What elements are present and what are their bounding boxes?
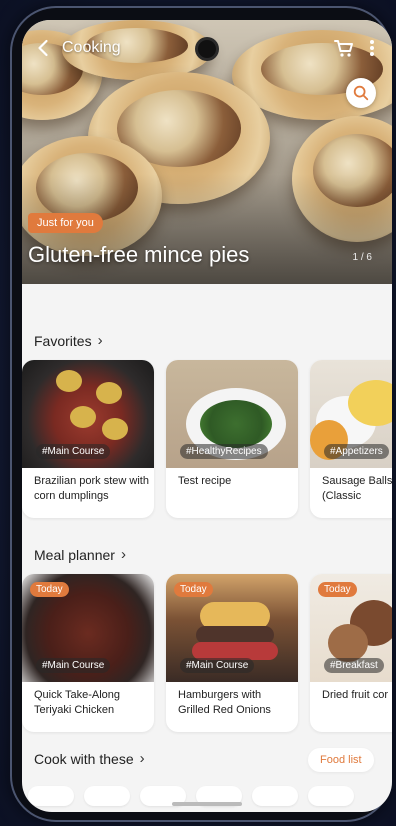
today-badge: Today xyxy=(30,582,69,597)
today-badge: Today xyxy=(174,582,213,597)
recipe-title: Sausage Balls Recipe (Classic xyxy=(322,475,392,502)
recipe-tag: #Appetizers xyxy=(324,444,389,459)
chevron-right-icon: › xyxy=(139,750,145,767)
food-list-button[interactable]: Food list xyxy=(308,748,374,772)
recipe-title: Hamburgers with Grilled Red Onions xyxy=(178,689,271,716)
meal-planner-header[interactable]: Meal planner › xyxy=(34,546,126,563)
more-options-icon[interactable] xyxy=(362,36,382,60)
search-button[interactable] xyxy=(346,78,376,108)
recipe-title: Dried fruit cor xyxy=(322,689,389,701)
favorites-header[interactable]: Favorites › xyxy=(34,332,103,349)
app-screen: Cooking Just for you Gluten-free mince p… xyxy=(22,20,392,812)
ingredient-chip[interactable] xyxy=(28,786,74,806)
recipe-card[interactable]: Today #Main Course Quick Take-Along Teri… xyxy=(22,574,154,732)
recipe-title: Brazilian pork stew with corn dumplings xyxy=(34,475,149,502)
meal-planner-title: Meal planner xyxy=(34,546,115,563)
search-icon xyxy=(353,85,369,101)
top-app-bar: Cooking xyxy=(22,34,392,64)
meal-planner-row: Today #Main Course Quick Take-Along Teri… xyxy=(22,574,392,734)
ingredient-chip[interactable] xyxy=(84,786,130,806)
recipe-tag: #Main Course xyxy=(36,658,111,673)
cook-with-these-title: Cook with these xyxy=(34,750,134,767)
app-title: Cooking xyxy=(62,39,121,56)
favorites-title: Favorites xyxy=(34,332,92,349)
just-for-you-badge: Just for you xyxy=(28,213,103,233)
cook-with-these-header[interactable]: Cook with these › xyxy=(34,750,145,767)
hero-banner[interactable]: Cooking Just for you Gluten-free mince p… xyxy=(22,20,392,284)
recipe-tag: #Breakfast xyxy=(324,658,384,673)
recipe-card[interactable]: #Main Course Brazilian pork stew with co… xyxy=(22,360,154,518)
hero-pager: 1 / 6 xyxy=(352,252,372,263)
favorites-row: #Main Course Brazilian pork stew with co… xyxy=(22,360,392,520)
recipe-card[interactable]: Today #Breakfast Dried fruit cor xyxy=(310,574,392,732)
chevron-right-icon: › xyxy=(97,332,103,349)
back-icon[interactable] xyxy=(34,38,54,58)
recipe-card[interactable]: #Appetizers Sausage Balls Recipe (Classi… xyxy=(310,360,392,518)
recipe-tag: #Main Course xyxy=(36,444,111,459)
recipe-card[interactable]: Today #Main Course Hamburgers with Grill… xyxy=(166,574,298,732)
recipe-tag: #HealthyRecipes xyxy=(180,444,268,459)
recipe-title: Test recipe xyxy=(178,475,232,487)
today-badge: Today xyxy=(318,582,357,597)
ingredient-chip[interactable] xyxy=(252,786,298,806)
cart-icon[interactable] xyxy=(332,36,356,60)
chevron-right-icon: › xyxy=(120,546,126,563)
recipe-card[interactable]: #HealthyRecipes Test recipe xyxy=(166,360,298,518)
recipe-title: Quick Take-Along Teriyaki Chicken xyxy=(34,689,121,716)
gesture-nav-bar[interactable] xyxy=(172,802,242,806)
ingredient-chip[interactable] xyxy=(308,786,354,806)
hero-title[interactable]: Gluten-free mince pies xyxy=(28,242,249,268)
recipe-tag: #Main Course xyxy=(180,658,255,673)
front-camera xyxy=(198,40,216,58)
